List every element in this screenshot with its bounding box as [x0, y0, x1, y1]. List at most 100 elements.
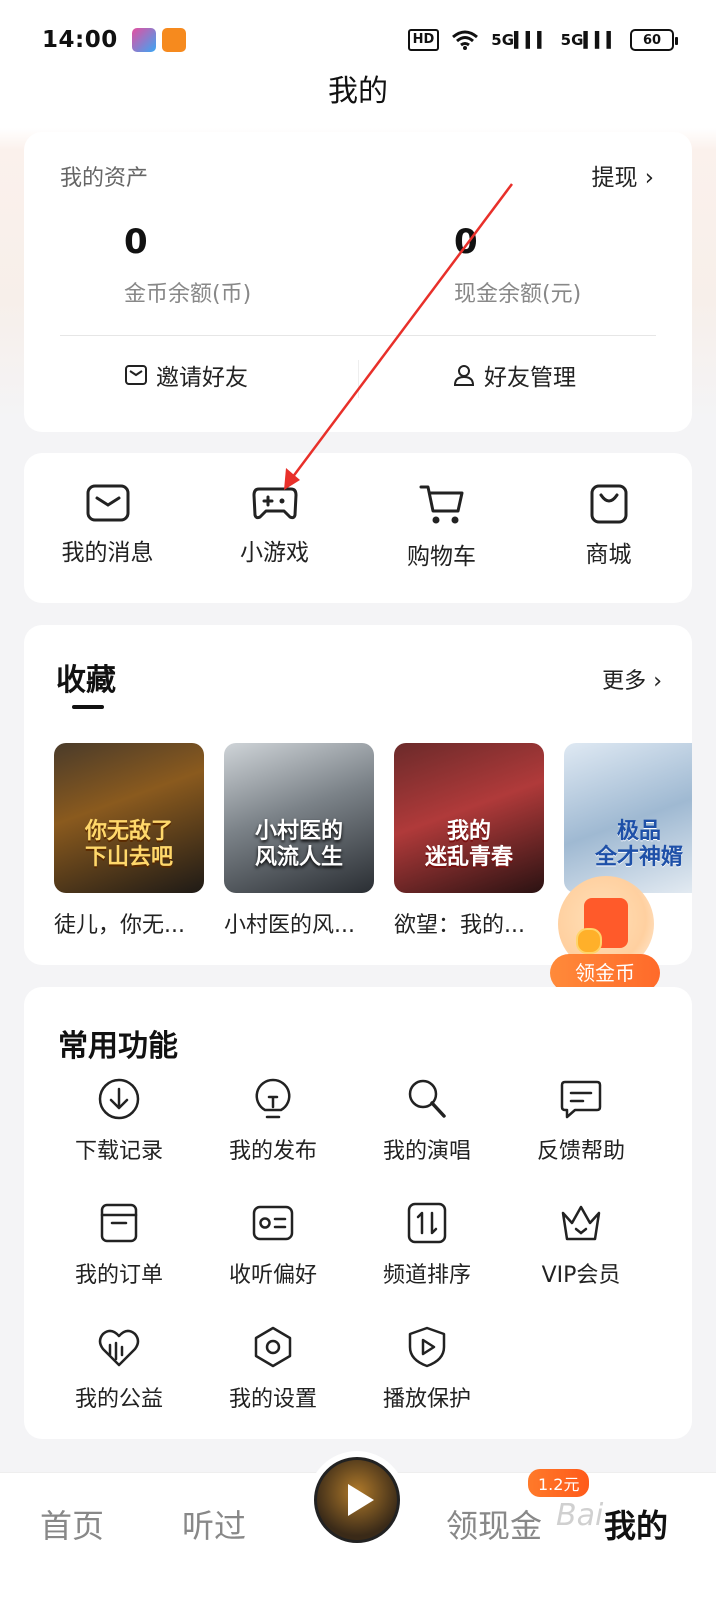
download-icon [98, 1078, 140, 1120]
book-title: 欲望：我的... [394, 913, 525, 938]
function-label: 频道排序 [382, 1263, 471, 1288]
app-notification-icon [131, 28, 156, 52]
function-my-orders[interactable]: 我的订单 [44, 1201, 194, 1289]
book-cover: 我的 迷乱青春 [394, 743, 544, 893]
function-download-records[interactable]: 下载记录 [44, 1077, 194, 1165]
status-app-icons [131, 28, 186, 52]
vertical-divider [358, 360, 359, 398]
function-listening-preference[interactable]: 收听偏好 [198, 1201, 348, 1289]
function-feedback-help[interactable]: 反馈帮助 [506, 1077, 656, 1165]
quick-entry-minigames[interactable]: 小游戏 [191, 453, 358, 603]
nav-history[interactable]: 听过 [182, 1501, 246, 1547]
manage-friends-label: 好友管理 [484, 365, 576, 391]
quick-entry-label: 购物车 [407, 544, 476, 570]
function-label: 下载记录 [74, 1139, 163, 1164]
function-label: 我的订单 [74, 1263, 163, 1288]
claim-coins-float[interactable]: 领金币 [548, 876, 664, 1000]
cash-balance-value: 0 [454, 222, 478, 262]
chevron-right-icon: › [653, 669, 662, 694]
preference-card-icon [252, 1205, 294, 1241]
cash-badge: 1.2元 [528, 1469, 590, 1497]
function-my-charity[interactable]: 我的公益 [44, 1325, 194, 1413]
nav-cash[interactable]: 领现金 [446, 1501, 542, 1547]
signal-5g-icon-1: 5G▍▍▍ [491, 31, 549, 49]
cart-icon [419, 485, 463, 524]
coin-balance[interactable]: 0 金币余额(币) [124, 222, 251, 308]
battery-icon: 60 [630, 29, 678, 51]
quick-entry-label: 我的消息 [61, 540, 154, 566]
cash-balance[interactable]: 0 现金余额(元) [454, 222, 581, 308]
signal-5g-icon-2: 5G▍▍▍ [560, 31, 618, 49]
chevron-right-icon: › [644, 165, 654, 191]
nav-home[interactable]: 首页 [40, 1501, 104, 1547]
lightbulb-icon [255, 1078, 291, 1119]
invite-friends-button[interactable]: 邀请好友 [124, 358, 248, 392]
favorites-title: 收藏 [56, 663, 116, 698]
divider [60, 335, 656, 336]
quick-entry-label: 小游戏 [240, 540, 309, 566]
function-label: 收听偏好 [228, 1263, 317, 1288]
book-title: 小村医的风... [224, 913, 355, 938]
favorites-more-link[interactable]: 更多 › [602, 663, 662, 695]
function-playback-protection[interactable]: 播放保护 [352, 1325, 502, 1413]
manage-friends-button[interactable]: 好友管理 [452, 358, 576, 392]
function-channel-sort[interactable]: 频道排序 [352, 1201, 502, 1289]
function-my-singing[interactable]: 我的演唱 [352, 1077, 502, 1165]
function-label: 我的演唱 [382, 1139, 471, 1164]
shopping-bag-icon [590, 484, 627, 524]
function-label: 我的发布 [228, 1139, 317, 1164]
crown-icon [561, 1205, 601, 1241]
function-label: 播放保护 [382, 1387, 471, 1412]
envelope-icon [125, 365, 147, 385]
book-cover: 你无敌了 下山去吧 [54, 743, 204, 893]
invite-friends-label: 邀请好友 [156, 365, 248, 391]
cash-balance-label: 现金余额(元) [454, 282, 582, 307]
hd-icon: HD [407, 29, 440, 51]
charity-heart-icon [98, 1329, 140, 1367]
order-box-icon [100, 1203, 138, 1243]
cover-title-art: 我的 迷乱青春 [424, 819, 513, 870]
sort-icon [407, 1202, 447, 1244]
quick-entry-messages[interactable]: 我的消息 [24, 453, 191, 603]
function-label: 我的公益 [74, 1387, 163, 1412]
watermark: Bai [556, 1498, 604, 1533]
play-icon [348, 1484, 374, 1516]
function-my-posts[interactable]: 我的发布 [198, 1077, 348, 1165]
book-item[interactable]: 我的 迷乱青春 欲望：我的... [394, 743, 544, 939]
function-vip-member[interactable]: VIP会员 [506, 1201, 656, 1289]
function-my-settings[interactable]: 我的设置 [198, 1325, 348, 1413]
taobao-notification-icon [161, 28, 186, 52]
withdraw-link[interactable]: 提现 › [591, 158, 654, 192]
bottom-nav: 首页 听过 领现金 1.2元 我的 [0, 1451, 716, 1600]
cover-title-art: 你无敌了 下山去吧 [84, 819, 173, 870]
book-item[interactable]: 你无敌了 下山去吧 徒儿，你无... [54, 743, 204, 939]
common-functions-card: 常用功能 下载记录 我的发布 我的演唱 反馈帮助 我的订单 收听偏好 频道排序 … [24, 987, 692, 1439]
book-title: 徒儿，你无... [54, 913, 185, 938]
page-title: 我的 [328, 74, 388, 109]
gamepad-icon [252, 487, 297, 520]
favorites-more-label: 更多 [602, 669, 647, 694]
nav-mine[interactable]: 我的 [604, 1501, 668, 1547]
nav-player-button[interactable] [308, 1451, 406, 1549]
function-label: 我的设置 [228, 1387, 317, 1412]
book-cover: 极品 全才神婿 [564, 743, 692, 893]
user-icon [453, 365, 475, 386]
quick-entries-card: 我的消息 小游戏 购物车 商城 [24, 453, 692, 603]
quick-entry-mall[interactable]: 商城 [525, 453, 692, 603]
quick-entry-cart[interactable]: 购物车 [358, 453, 525, 603]
assets-card: 我的资产 提现 › 0 金币余额(币) 0 现金余额(元) 邀请好友 好友管理 [24, 132, 692, 432]
favorites-title-underline [72, 705, 104, 709]
coin-balance-label: 金币余额(币) [124, 282, 252, 307]
withdraw-label: 提现 [591, 165, 638, 191]
functions-title: 常用功能 [58, 1029, 178, 1064]
function-label: VIP会员 [541, 1263, 621, 1288]
play-shield-icon [408, 1326, 446, 1368]
cover-title-art: 小村医的 风流人生 [254, 819, 343, 870]
message-icon [86, 484, 129, 522]
book-cover: 小村医的 风流人生 [224, 743, 374, 893]
feedback-icon [560, 1080, 602, 1119]
status-time: 14:00 [42, 27, 118, 53]
book-item[interactable]: 小村医的 风流人生 小村医的风... [224, 743, 374, 939]
now-playing-cover [314, 1457, 400, 1543]
cover-title-art: 极品 全才神婿 [594, 819, 683, 870]
